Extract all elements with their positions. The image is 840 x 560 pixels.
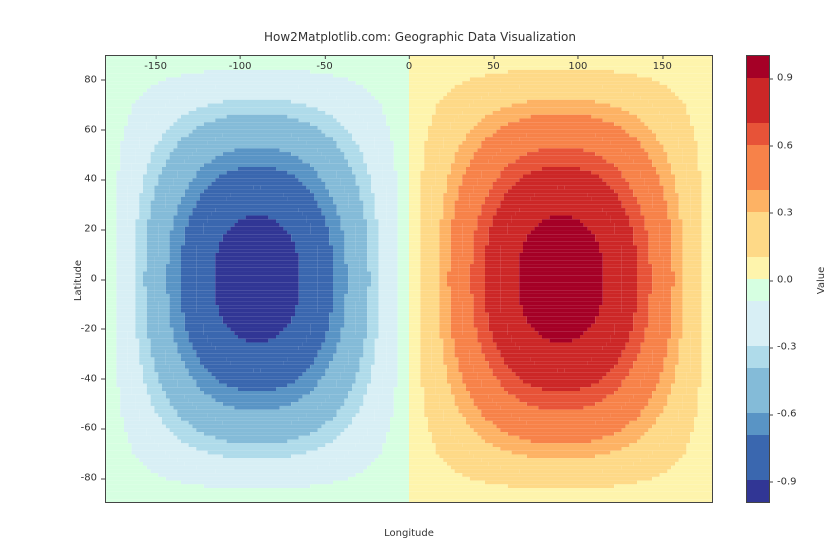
colorbar-tick: 0.0 <box>769 275 793 286</box>
x-tick: 0 <box>406 55 412 72</box>
colorbar-segment <box>747 324 769 346</box>
colorbar-tick: 0.9 <box>769 73 793 84</box>
y-axis-label: Latitude <box>58 0 99 560</box>
colorbar-segment <box>747 145 769 167</box>
x-tick: 150 <box>653 55 672 72</box>
x-tick: -150 <box>144 55 167 72</box>
colorbar-segment <box>747 368 769 390</box>
x-tick: -50 <box>316 55 332 72</box>
colorbar: -0.9-0.6-0.30.00.30.60.9 <box>746 55 770 503</box>
colorbar-segment <box>747 279 769 301</box>
colorbar-segment <box>747 56 769 78</box>
colorbar-segment <box>747 101 769 123</box>
contour-surface <box>105 55 713 503</box>
axis-spine-right <box>712 55 713 503</box>
colorbar-tick: -0.9 <box>769 476 797 487</box>
colorbar-segment <box>747 190 769 212</box>
x-tick: 100 <box>568 55 587 72</box>
colorbar-tick: 0.6 <box>769 140 793 151</box>
colorbar-label: Value <box>808 0 835 560</box>
colorbar-tick: -0.3 <box>769 342 797 353</box>
x-axis-label: Longitude <box>105 528 713 539</box>
colorbar-segment <box>747 301 769 323</box>
colorbar-segment <box>747 168 769 190</box>
colorbar-tick: 0.3 <box>769 207 793 218</box>
axis-spine-bottom <box>105 502 713 503</box>
colorbar-tick: -0.6 <box>769 409 797 420</box>
colorbar-segment <box>747 234 769 256</box>
colorbar-segment <box>747 257 769 279</box>
colorbar-segment <box>747 391 769 413</box>
chart-title: How2Matplotlib.com: Geographic Data Visu… <box>0 30 840 44</box>
colorbar-segment <box>747 123 769 145</box>
colorbar-segment <box>747 413 769 435</box>
x-tick: -100 <box>229 55 252 72</box>
colorbar-segment <box>747 480 769 502</box>
x-tick: 50 <box>487 55 500 72</box>
colorbar-segment <box>747 346 769 368</box>
colorbar-segment <box>747 435 769 457</box>
plot-area: -150-100-50050100150 -80-60-40-200204060… <box>105 55 713 503</box>
colorbar-segment <box>747 457 769 479</box>
figure: How2Matplotlib.com: Geographic Data Visu… <box>0 0 840 560</box>
axis-spine-left <box>105 55 106 503</box>
colorbar-segment <box>747 212 769 234</box>
colorbar-segment <box>747 78 769 100</box>
